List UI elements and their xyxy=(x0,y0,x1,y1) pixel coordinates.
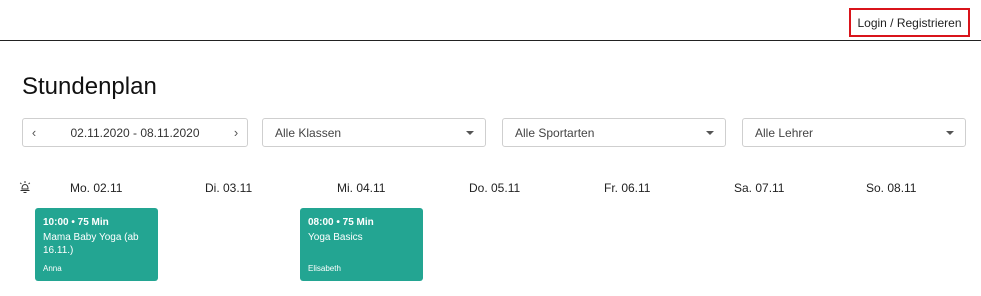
class-card[interactable]: 08:00 • 75 Min Yoga Basics Elisabeth xyxy=(300,208,423,281)
class-time: 08:00 • 75 Min xyxy=(308,217,374,228)
class-teacher: Anna xyxy=(43,264,62,273)
page-title: Stundenplan xyxy=(22,73,157,100)
teacher-filter-value: Alle Lehrer xyxy=(755,125,814,140)
chevron-left-icon[interactable]: ‹ xyxy=(29,125,39,140)
sport-filter-value: Alle Sportarten xyxy=(515,125,595,140)
caret-down-icon xyxy=(466,130,474,135)
day-header-fr: Fr. 06.11 xyxy=(604,181,651,195)
day-header-sa: Sa. 07.11 xyxy=(734,181,785,195)
class-filter-select[interactable]: Alle Klassen xyxy=(262,118,486,147)
login-register-button[interactable]: Login / Registrieren xyxy=(849,8,970,37)
day-header-mo: Mo. 02.11 xyxy=(70,181,123,195)
day-header-do: Do. 05.11 xyxy=(469,181,521,195)
chevron-right-icon[interactable]: › xyxy=(231,125,241,140)
date-range-value[interactable]: 02.11.2020 - 08.11.2020 xyxy=(39,126,231,140)
day-header-so: So. 08.11 xyxy=(866,181,917,195)
date-range-picker: ‹ 02.11.2020 - 08.11.2020 › xyxy=(22,118,248,147)
class-teacher: Elisabeth xyxy=(308,264,341,273)
day-header-mi: Mi. 04.11 xyxy=(337,181,386,195)
class-card[interactable]: 10:00 • 75 Min Mama Baby Yoga (ab 16.11.… xyxy=(35,208,158,281)
class-filter-value: Alle Klassen xyxy=(275,125,342,140)
class-name: Mama Baby Yoga (ab 16.11.) xyxy=(43,232,139,256)
day-header-di: Di. 03.11 xyxy=(205,181,253,195)
class-time: 10:00 • 75 Min xyxy=(43,217,109,228)
teacher-filter-select[interactable]: Alle Lehrer xyxy=(742,118,966,147)
caret-down-icon xyxy=(706,130,714,135)
caret-down-icon xyxy=(946,130,954,135)
lamp-icon[interactable] xyxy=(18,180,32,194)
top-bar: Login / Registrieren xyxy=(0,0,981,41)
sport-filter-select[interactable]: Alle Sportarten xyxy=(502,118,726,147)
class-name: Yoga Basics xyxy=(308,232,363,243)
